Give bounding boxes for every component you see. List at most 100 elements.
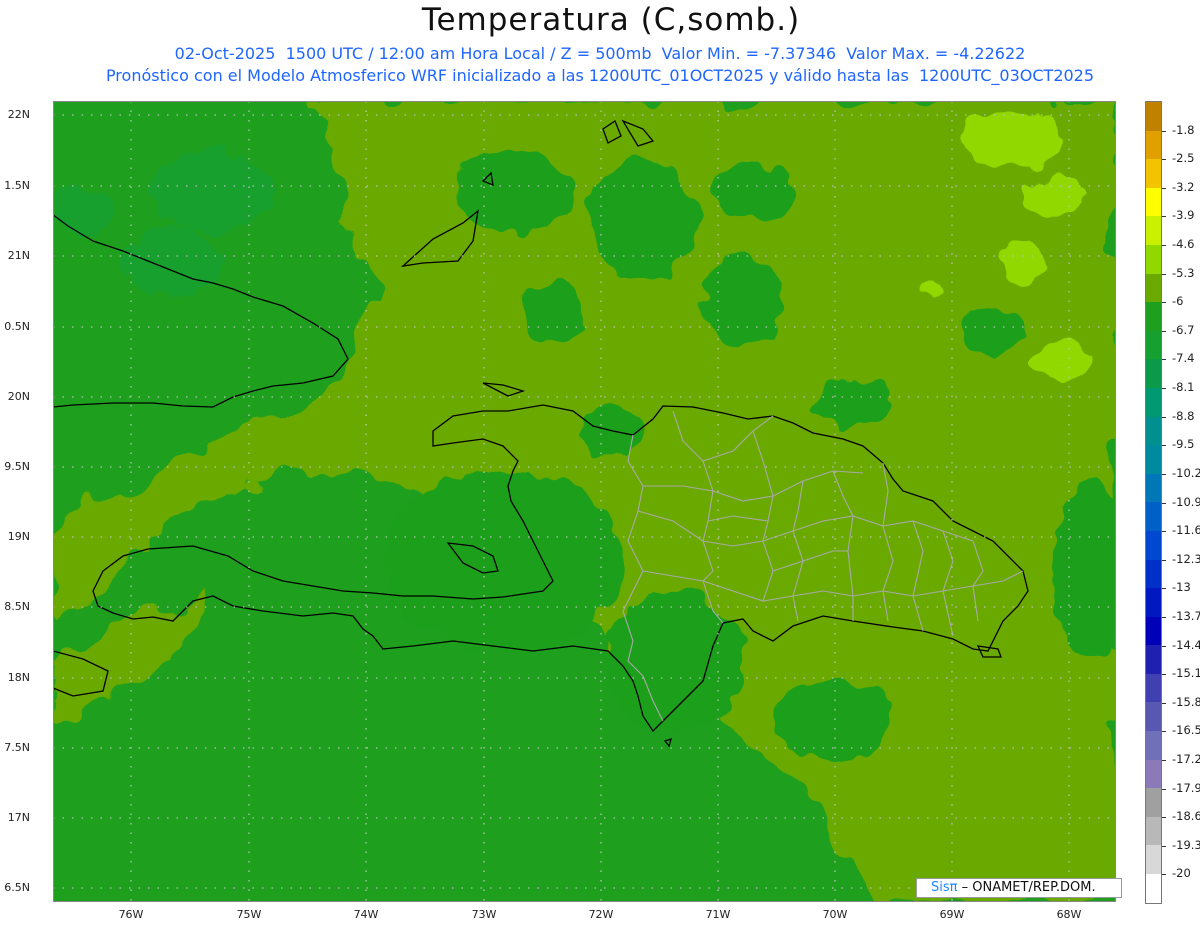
colorbar-segment (1146, 445, 1161, 474)
colorbar-label: -13.7 (1172, 609, 1200, 623)
lon-label-75w: 75W (236, 908, 262, 921)
map-title: Temperatura (C,somb.) (421, 2, 801, 38)
lon-label-68w: 68W (1056, 908, 1082, 921)
colorbar-segment (1146, 530, 1161, 560)
colorbar-label: -3.2 (1172, 180, 1195, 194)
colorbar-label: -5.3 (1172, 266, 1195, 280)
colorbar-tick (1162, 789, 1166, 790)
colorbar-segment (1146, 330, 1161, 360)
colorbar-tick (1162, 159, 1166, 160)
colorbar-tick (1162, 131, 1166, 132)
colorbar-tick (1162, 388, 1166, 389)
colorbar-label: -15.8 (1172, 695, 1200, 709)
colorbar-segment (1146, 731, 1161, 760)
lon-label-70w: 70W (822, 908, 848, 921)
colorbar-tick (1162, 274, 1166, 275)
colorbar-tick (1162, 674, 1166, 675)
colorbar-label: -10.9 (1172, 495, 1200, 509)
colorbar-tick (1162, 646, 1166, 647)
colorbar-label: -4.6 (1172, 237, 1195, 251)
lon-label-69w: 69W (939, 908, 965, 921)
colorbar-tick (1162, 531, 1166, 532)
colorbar-tick (1162, 245, 1166, 246)
colorbar-segment (1146, 216, 1161, 245)
lat-label-17n: 17N (7, 811, 30, 824)
colorbar-segment (1146, 473, 1161, 503)
colorbar-tick (1162, 874, 1166, 875)
colorbar-label: -17.9 (1172, 781, 1200, 795)
lat-label-19-5n: 9.5N (4, 460, 30, 473)
colorbar-segment (1146, 788, 1161, 817)
colorbar-tick (1162, 188, 1166, 189)
colorbar-label: -6 (1172, 294, 1184, 308)
colorbar-tick (1162, 617, 1166, 618)
colorbar-segment (1146, 673, 1161, 703)
colorbar-label: -6.7 (1172, 323, 1195, 337)
lat-label-16-5n: 6.5N (4, 881, 30, 894)
colorbar-tick (1162, 846, 1166, 847)
colorbar-segment (1146, 645, 1161, 674)
colorbar-label: -12.3 (1172, 552, 1200, 566)
colorbar-segment (1146, 816, 1161, 846)
colorbar-segment (1146, 387, 1161, 417)
lat-label-17-5n: 7.5N (4, 741, 30, 754)
colorbar-label: -10.2 (1172, 466, 1200, 480)
colorbar-segment (1146, 502, 1161, 531)
sispi-logo: Sisπ (931, 880, 958, 895)
colorbar-label: -3.9 (1172, 208, 1195, 222)
colorbar-tick (1162, 359, 1166, 360)
colorbar-segment (1146, 359, 1161, 388)
forecast-info-line: 02-Oct-2025 1500 UTC / 12:00 am Hora Loc… (174, 44, 1026, 63)
colorbar-label: -8.8 (1172, 409, 1195, 423)
colorbar-segment (1146, 187, 1161, 217)
colorbar-label: -7.4 (1172, 351, 1195, 365)
colorbar-segment (1146, 874, 1161, 903)
colorbar-tick (1162, 302, 1166, 303)
lat-label-19n: 19N (7, 530, 30, 543)
colorbar-tick (1162, 560, 1166, 561)
colorbar-tick (1162, 503, 1166, 504)
lon-label-71w: 71W (705, 908, 731, 921)
colorbar-label: -8.1 (1172, 380, 1195, 394)
colorbar-tick (1162, 817, 1166, 818)
credit-box: Sisπ – ONAMET/REP.DOM. (916, 878, 1122, 898)
lat-label-21n: 21N (7, 249, 30, 262)
temperature-map (53, 101, 1116, 902)
colorbar-tick (1162, 216, 1166, 217)
colorbar-segment (1146, 244, 1161, 274)
colorbar-tick (1162, 760, 1166, 761)
colorbar-segment (1146, 845, 1161, 875)
colorbar-segment (1146, 273, 1161, 303)
colorbar-label: -1.8 (1172, 123, 1195, 137)
colorbar-label: -11.6 (1172, 523, 1200, 537)
colorbar-label: -17.2 (1172, 752, 1200, 766)
colorbar-label: -9.5 (1172, 437, 1195, 451)
model-info-line: Pronóstico con el Modelo Atmosferico WRF… (105, 66, 1095, 85)
colorbar-label: -13 (1172, 580, 1191, 594)
lon-label-73w: 73W (471, 908, 497, 921)
lat-label-18n: 18N (7, 671, 30, 684)
lat-label-21-5n: 1.5N (4, 179, 30, 192)
lat-label-20n: 20N (7, 390, 30, 403)
colorbar-label: -20 (1172, 866, 1191, 880)
colorbar-segment (1146, 302, 1161, 331)
colorbar-label: -2.5 (1172, 151, 1195, 165)
colorbar-segment (1146, 588, 1161, 617)
colorbar-tick (1162, 703, 1166, 704)
colorbar-label: -18.6 (1172, 809, 1200, 823)
lon-label-76w: 76W (118, 908, 144, 921)
colorbar-label: -16.5 (1172, 723, 1200, 737)
colorbar (1145, 101, 1162, 904)
colorbar-segment (1146, 702, 1161, 732)
colorbar-label: -15.1 (1172, 666, 1200, 680)
colorbar-segment (1146, 159, 1161, 188)
colorbar-segment (1146, 416, 1161, 446)
colorbar-segment (1146, 102, 1161, 131)
colorbar-tick (1162, 445, 1166, 446)
colorbar-segment (1146, 616, 1161, 646)
colorbar-label: -19.3 (1172, 838, 1200, 852)
colorbar-tick (1162, 731, 1166, 732)
colorbar-segment (1146, 759, 1161, 789)
colorbar-tick (1162, 474, 1166, 475)
lon-label-74w: 74W (353, 908, 379, 921)
